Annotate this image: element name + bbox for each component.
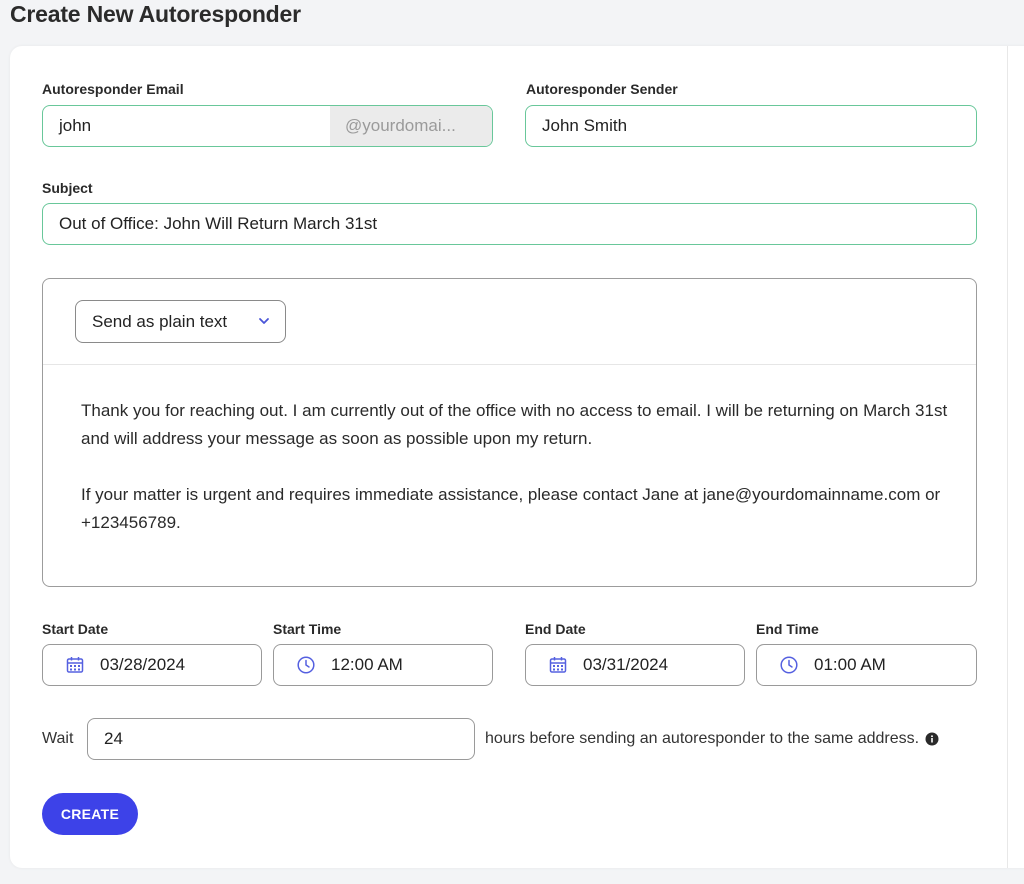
end-time-field[interactable]: 01:00 AM [756,644,977,686]
sender-value: John Smith [542,116,628,135]
editor-toolbar: Send as plain text [43,279,976,365]
editor-body[interactable]: Thank you for reaching out. I am current… [81,397,951,565]
clock-icon [297,656,315,674]
wait-hours-input[interactable]: 24 [87,718,475,760]
email-label: Autoresponder Email [42,81,184,97]
sender-label: Autoresponder Sender [526,81,678,97]
start-date-field[interactable]: 03/28/2024 [42,644,262,686]
message-paragraph: Thank you for reaching out. I am current… [81,401,948,448]
end-time-value: 01:00 AM [814,655,886,674]
message-paragraph: If your matter is urgent and requires im… [81,485,941,532]
email-domain-suffix: @yourdomai... [330,106,492,146]
start-time-label: Start Time [273,621,342,637]
chevron-down-icon [259,318,269,324]
start-date-value: 03/28/2024 [100,655,186,674]
wait-label: Wait [42,730,74,747]
sender-field[interactable]: John Smith [525,105,977,147]
start-time-value: 12:00 AM [331,655,403,674]
start-time-field[interactable]: 12:00 AM [273,644,493,686]
email-field[interactable]: john @yourdomai... [42,105,493,147]
clock-icon [780,656,798,674]
create-button[interactable]: CREATE [42,793,138,835]
panel-divider [1007,46,1008,868]
end-time-label: End Time [756,621,819,637]
end-date-label: End Date [525,621,586,637]
subject-value: Out of Office: John Will Return March 31… [59,214,378,233]
calendar-icon [66,657,84,673]
end-date-field[interactable]: 03/31/2024 [525,644,745,686]
calendar-icon [549,657,567,673]
wait-description: hours before sending an autoresponder to… [485,730,939,748]
format-select[interactable]: Send as plain text [75,300,286,343]
subject-label: Subject [42,180,93,196]
start-date-label: Start Date [42,621,109,637]
subject-field[interactable]: Out of Office: John Will Return March 31… [42,203,977,245]
wait-hours-value: 24 [104,729,123,748]
info-icon[interactable] [925,732,939,746]
end-date-value: 03/31/2024 [583,655,669,674]
format-select-value: Send as plain text [92,311,228,331]
message-editor[interactable]: Send as plain text Thank you for reachin… [42,278,977,587]
page-title: Create New Autoresponder [10,1,301,27]
email-value: john [59,116,92,135]
wait-suffix-text: hours before sending an autoresponder to… [485,730,920,747]
